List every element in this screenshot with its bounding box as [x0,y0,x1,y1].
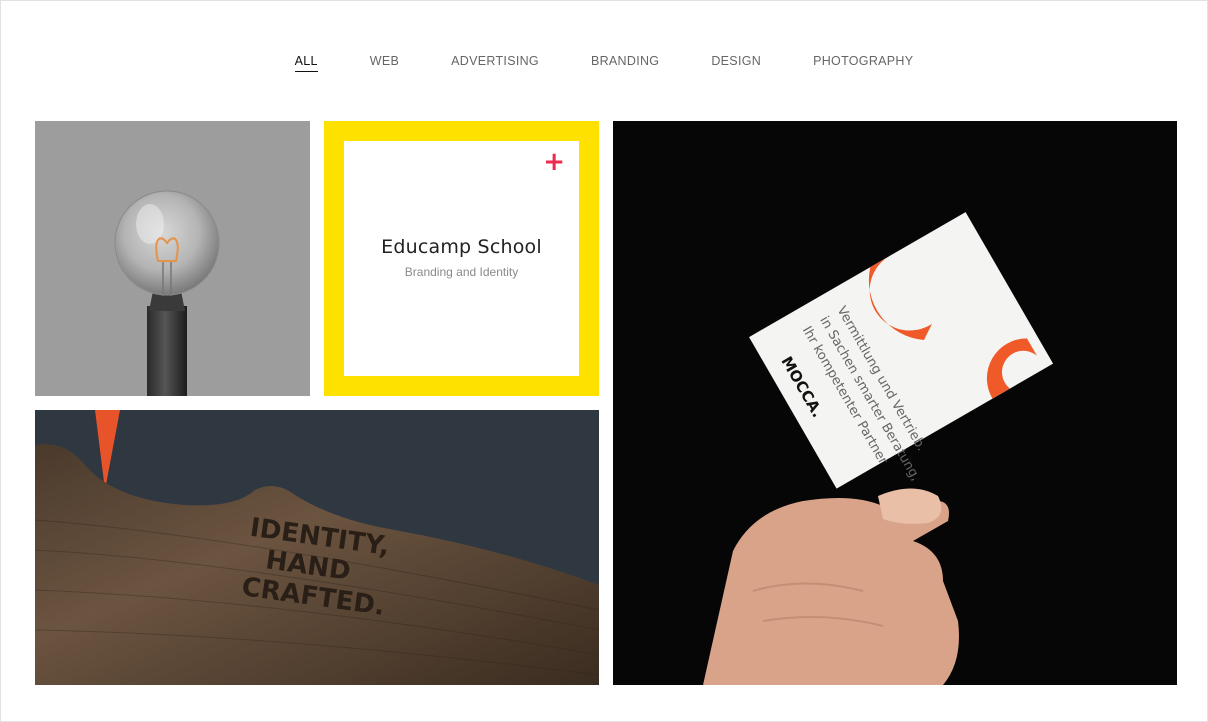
filter-photography[interactable]: PHOTOGRAPHY [813,54,913,71]
portfolio-item-educamp[interactable]: + Educamp School Branding and Identity [324,121,599,396]
filter-design[interactable]: DESIGN [711,54,761,71]
portfolio-filter-bar: ALL WEB ADVERTISING BRANDING DESIGN PHOT… [0,54,1208,76]
featured-subtitle: Branding and Identity [404,265,519,279]
filter-advertising[interactable]: ADVERTISING [451,54,539,71]
filter-branding[interactable]: BRANDING [591,54,659,71]
portfolio-item-lightbulb[interactable] [35,121,310,396]
business-card-image: MOCCA. Ihr kompetenter Partner in Sachen… [613,121,1177,685]
filter-web[interactable]: WEB [370,54,399,71]
featured-title: Educamp School [381,236,542,258]
featured-card: + Educamp School Branding and Identity [344,141,579,376]
portfolio-item-identity-handcrafted[interactable]: IDENTITY, HAND CRAFTED. [35,410,599,685]
plus-icon[interactable]: + [543,149,565,175]
wood-stamp-image: IDENTITY, HAND CRAFTED. [35,410,599,685]
portfolio-item-mocca-business-card[interactable]: MOCCA. Ihr kompetenter Partner in Sachen… [613,121,1177,685]
lightbulb-image [35,121,310,396]
filter-all[interactable]: ALL [294,54,318,72]
